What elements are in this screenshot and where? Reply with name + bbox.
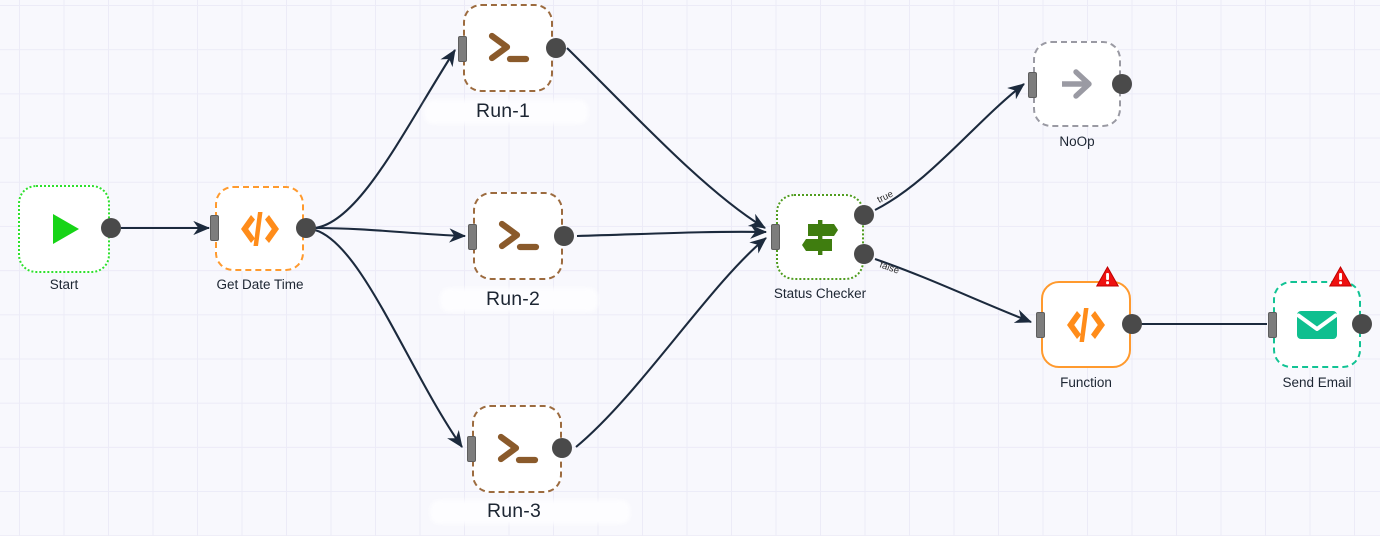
mail-icon xyxy=(1296,310,1338,339)
run-2-output-port[interactable] xyxy=(554,226,574,246)
node-label-run-2: Run-2 xyxy=(485,288,541,310)
node-run-2[interactable] xyxy=(473,192,563,280)
edge-get-date-time-to-run-1 xyxy=(314,49,456,230)
edge-get-date-time-to-run-3 xyxy=(314,228,463,448)
noop-input-port[interactable] xyxy=(1028,72,1037,98)
terminal-icon xyxy=(498,220,540,251)
node-run-1[interactable] xyxy=(463,4,553,92)
node-start[interactable] xyxy=(18,185,110,273)
edge-label-false: false xyxy=(878,259,901,276)
node-send-email[interactable] xyxy=(1273,281,1361,368)
code-icon xyxy=(1067,307,1105,342)
workflow-canvas[interactable]: true false Start Get Date Time Run-1 Run… xyxy=(0,0,1380,536)
node-label-get-date-time: Get Date Time xyxy=(216,277,304,292)
edge-status-checker-true-to-noop xyxy=(874,83,1025,211)
noop-output-port[interactable] xyxy=(1112,74,1132,94)
get-date-time-output-port[interactable] xyxy=(296,218,316,238)
function-input-port[interactable] xyxy=(1036,312,1045,338)
node-label-noop: NoOp xyxy=(1059,134,1095,149)
status-checker-input-port[interactable] xyxy=(771,224,780,250)
switch-icon xyxy=(802,220,838,255)
edge-status-checker-false-to-function xyxy=(874,258,1032,323)
warning-icon[interactable] xyxy=(1329,266,1352,287)
run-2-input-port[interactable] xyxy=(468,224,477,250)
node-get-date-time[interactable] xyxy=(215,186,304,271)
function-output-port[interactable] xyxy=(1122,314,1142,334)
get-date-time-input-port[interactable] xyxy=(210,215,219,241)
run-3-input-port[interactable] xyxy=(467,436,476,462)
send-email-output-port[interactable] xyxy=(1352,314,1372,334)
status-checker-true-output-port[interactable] xyxy=(854,205,874,225)
node-status-checker[interactable] xyxy=(776,194,864,280)
edge-run-2-to-status-checker xyxy=(576,224,768,239)
terminal-icon xyxy=(497,433,539,464)
node-run-3[interactable] xyxy=(472,405,562,493)
edge-layer: true false xyxy=(121,47,1267,448)
edge-get-date-time-to-run-2 xyxy=(314,226,467,243)
terminal-icon xyxy=(488,32,530,63)
node-label-run-3: Run-3 xyxy=(486,500,542,522)
arrow-right-icon xyxy=(1062,69,1092,99)
node-noop[interactable] xyxy=(1033,41,1121,127)
node-label-send-email: Send Email xyxy=(1282,375,1352,390)
play-icon xyxy=(53,214,79,244)
edge-run-3-to-status-checker xyxy=(575,237,767,448)
node-label-run-1: Run-1 xyxy=(475,100,531,122)
status-checker-false-output-port[interactable] xyxy=(854,244,874,264)
node-label-start: Start xyxy=(49,277,79,292)
run-1-output-port[interactable] xyxy=(546,38,566,58)
run-1-input-port[interactable] xyxy=(458,36,467,62)
send-email-input-port[interactable] xyxy=(1268,312,1277,338)
node-function[interactable] xyxy=(1041,281,1131,368)
code-icon xyxy=(240,211,279,246)
warning-icon[interactable] xyxy=(1096,266,1119,287)
edge-run-1-to-status-checker xyxy=(566,47,766,229)
edge-label-true: true xyxy=(875,189,895,206)
run-3-output-port[interactable] xyxy=(552,438,572,458)
node-label-function: Function xyxy=(1060,375,1112,390)
node-label-status-checker: Status Checker xyxy=(773,286,867,301)
start-output-port[interactable] xyxy=(101,218,121,238)
